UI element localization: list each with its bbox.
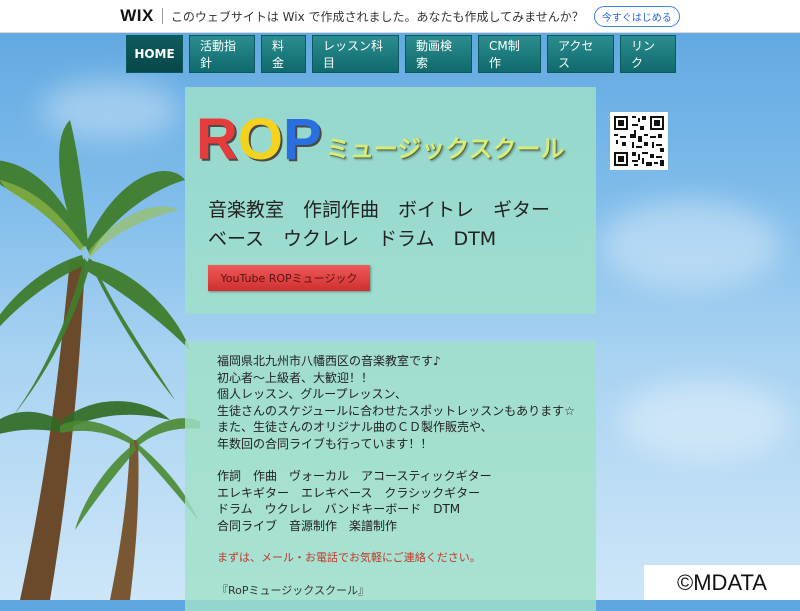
banner-message: このウェブサイトは Wix で作成されました。あなたも作成してみませんか？ — [170, 9, 584, 24]
subject-line: エレキギター エレキベース クラシックギター — [217, 485, 481, 500]
wix-banner: WIX このウェブサイトは Wix で作成されました。あなたも作成してみませんか… — [0, 0, 800, 33]
intro-line: また、生徒さんのオリジナル曲のＣＤ製作販売や、 — [217, 420, 493, 434]
school-name: 『RoPミュージックスクール』 — [217, 583, 369, 597]
nav-activity-policy[interactable]: 活動指針 — [189, 35, 255, 73]
wix-logo[interactable]: WIX — [120, 6, 154, 26]
cloud — [620, 380, 790, 460]
subject-line: ドラム ウクレレ バンドキーボード DTM — [217, 502, 461, 516]
nav-video-search[interactable]: 動画検索 — [405, 35, 472, 73]
subject-tags: 音楽教室 作詞作曲 ボイトレ ギター ベース ウクレレ ドラム DTM — [208, 196, 550, 254]
banner-divider — [161, 8, 163, 24]
nav-pricing[interactable]: 料金 — [261, 35, 306, 73]
subject-line: 作詞 作曲 ヴォーカル アコースティックギター — [217, 469, 492, 483]
subject-tags-line: ベース ウクレレ ドラム DTM — [208, 228, 497, 250]
intro-line: 福岡県北九州市八幡西区の音楽教室です♪ — [217, 354, 441, 368]
nav-links[interactable]: リンク — [620, 35, 676, 73]
main-nav: HOME 活動指針 料金 レッスン科目 動画検索 CM制作 アクセス リンク — [126, 35, 676, 73]
intro-line: 初心者～上級者、大歓迎！！ — [217, 370, 374, 385]
intro-line: 個人レッスン、グループレッスン、 — [217, 387, 407, 401]
contact-note: まずは、メール・お電話でお気軽にご連絡ください。 — [217, 551, 481, 564]
logo-letter-o: O — [237, 107, 284, 172]
nav-lesson-subjects[interactable]: レッスン科目 — [312, 35, 399, 73]
cloud — [600, 200, 780, 290]
intro-line: 生徒さんのスケジュールに合わせたスポットレッスンもあります☆ — [217, 403, 575, 418]
intro-text: 福岡県北九州市八幡西区の音楽教室です♪ 初心者～上級者、大歓迎！！ 個人レッスン… — [217, 353, 575, 599]
nav-access[interactable]: アクセス — [547, 35, 614, 73]
start-now-button[interactable]: 今すぐはじめる — [593, 5, 680, 27]
copyright-watermark: ©MDATA — [644, 565, 800, 600]
site-logo: R O P ミュージックスクール — [196, 100, 565, 170]
logo-subtitle: ミュージックスクール — [325, 136, 565, 163]
intro-line: 年数回の合同ライブも行っています！！ — [217, 436, 433, 451]
nav-home[interactable]: HOME — [126, 35, 183, 73]
logo-letter-r: R — [196, 107, 238, 172]
subject-line: 合同ライブ 音源制作 楽譜制作 — [217, 518, 398, 533]
subject-tags-line: 音楽教室 作詞作曲 ボイトレ ギター — [208, 199, 551, 221]
logo-letter-p: P — [283, 107, 322, 172]
nav-cm-production[interactable]: CM制作 — [478, 35, 541, 73]
qr-code-icon[interactable] — [610, 112, 668, 170]
palm-tree-image — [60, 418, 200, 600]
youtube-button[interactable]: YouTube ROPミュージック — [208, 265, 370, 291]
